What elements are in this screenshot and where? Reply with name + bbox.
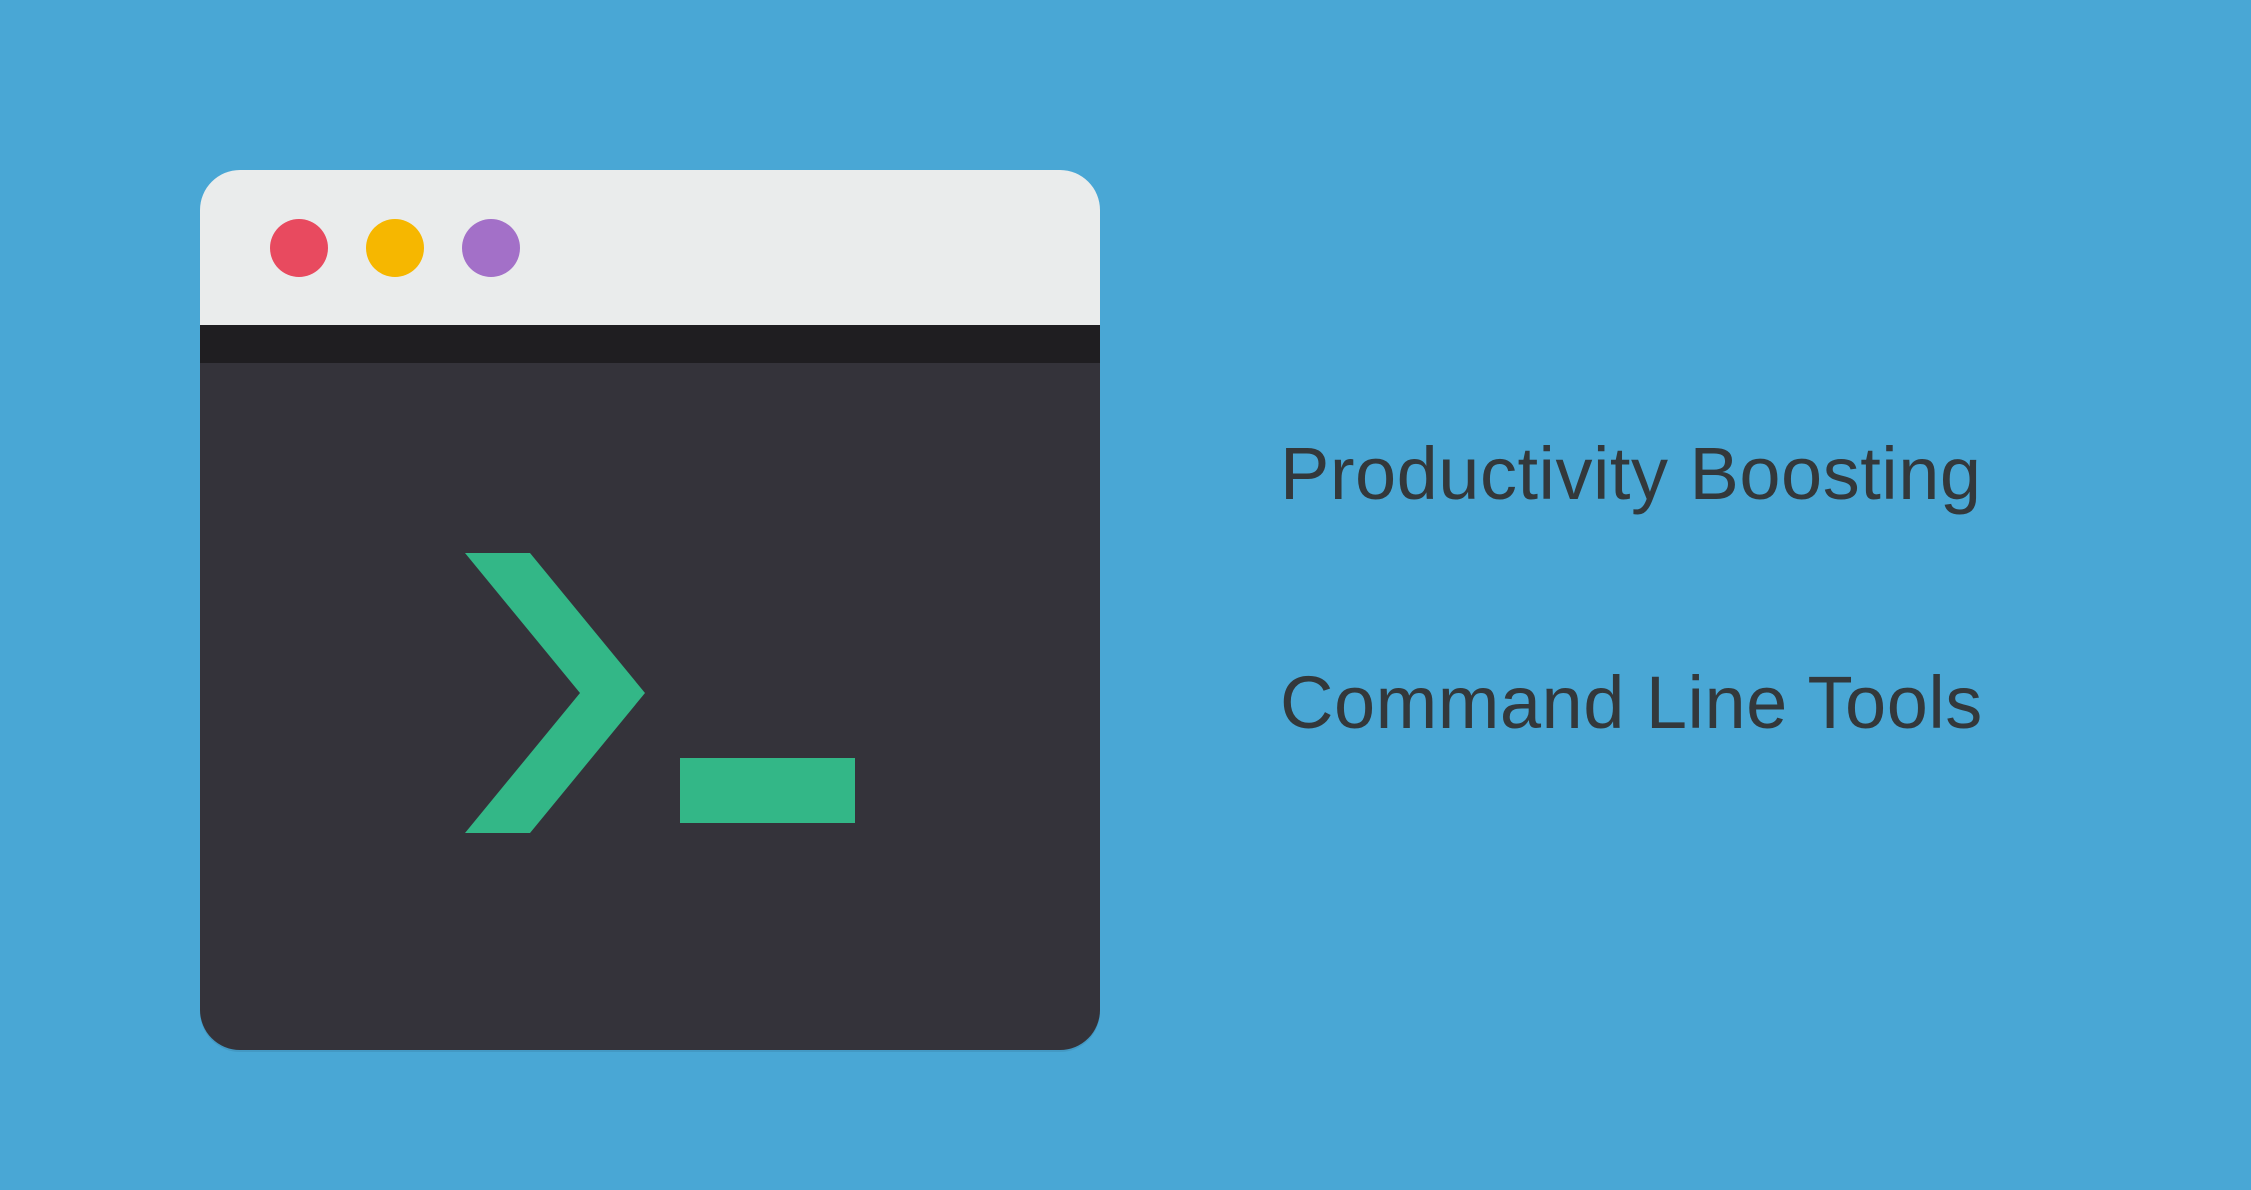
window-titlebar [200, 170, 1100, 325]
close-dot-icon [270, 219, 328, 277]
headline: Productivity Boosting Command Line Tools [1280, 430, 1983, 748]
prompt-chevron-icon [465, 553, 645, 833]
headline-line-2: Command Line Tools [1280, 659, 1983, 748]
minimize-dot-icon [366, 219, 424, 277]
prompt-cursor-icon [680, 758, 855, 823]
terminal-body [200, 363, 1100, 1050]
zoom-dot-icon [462, 219, 520, 277]
headline-line-1: Productivity Boosting [1280, 430, 1983, 519]
window-divider [200, 325, 1100, 363]
terminal-window [200, 170, 1100, 1050]
